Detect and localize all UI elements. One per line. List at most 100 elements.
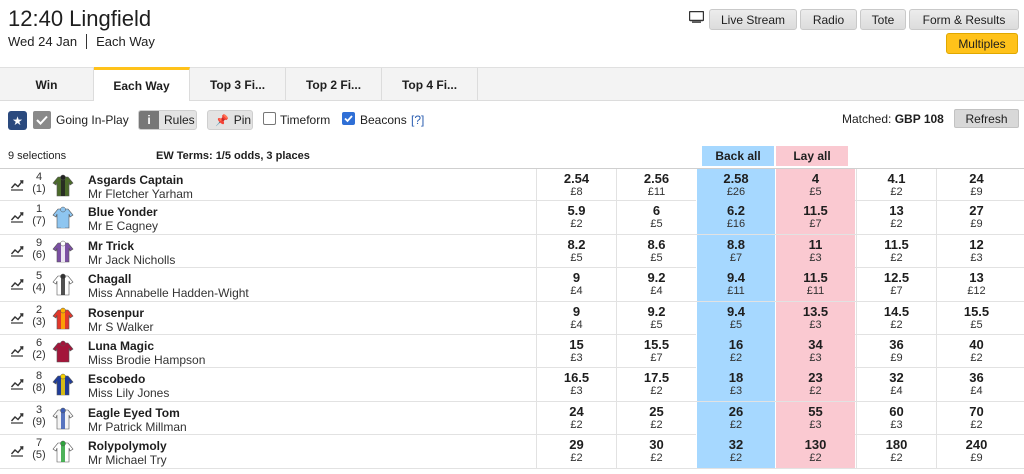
back-price-3[interactable]: 2.54 £8: [536, 169, 616, 202]
odds: 130: [804, 437, 827, 453]
form-chart-icon[interactable]: [10, 245, 24, 257]
table-row: 7 (5) Rolypolymoly Mr Michael Try 29 £2 30…: [0, 435, 1024, 469]
lay-price-1[interactable]: 34 £3: [775, 334, 855, 368]
back-price-1[interactable]: 18 £3: [696, 368, 775, 402]
lay-price-2[interactable]: 12.5 £7: [856, 268, 936, 302]
lay-price-2[interactable]: 32 £4: [856, 368, 936, 402]
horse-name[interactable]: Blue Yonder: [88, 205, 158, 219]
horse-name[interactable]: Asgards Captain: [88, 173, 183, 187]
form-results-button[interactable]: Form & Results: [909, 9, 1019, 30]
back-price-3[interactable]: 24 £2: [536, 401, 616, 435]
back-price-3[interactable]: 5.9 £2: [536, 201, 616, 235]
available-stake: £2: [650, 452, 663, 465]
back-price-1[interactable]: 9.4 £5: [696, 301, 775, 335]
lay-price-1[interactable]: 23 £2: [775, 368, 855, 402]
lay-price-3[interactable]: 24 £9: [936, 169, 1016, 202]
back-price-1[interactable]: 32 £2: [696, 435, 775, 469]
form-chart-icon[interactable]: [10, 211, 24, 223]
back-price-3[interactable]: 16.5 £3: [536, 368, 616, 402]
tab-top-3-finish[interactable]: Top 3 Fi...: [190, 68, 286, 101]
lay-price-2[interactable]: 4.1 £2: [856, 169, 936, 202]
back-price-2[interactable]: 25 £2: [616, 401, 696, 435]
form-chart-icon[interactable]: [10, 345, 24, 357]
back-price-1[interactable]: 2.58 £26: [696, 169, 775, 202]
lay-price-2[interactable]: 60 £3: [856, 401, 936, 435]
lay-price-3[interactable]: 40 £2: [936, 334, 1016, 368]
back-all-button[interactable]: Back all: [702, 146, 774, 166]
favourite-star-icon[interactable]: ★: [8, 111, 27, 130]
jockey-name: Miss Annabelle Hadden-Wight: [88, 286, 249, 301]
tab-win[interactable]: Win: [0, 68, 94, 101]
horse-name[interactable]: Eagle Eyed Tom: [88, 406, 180, 420]
beacons-help-link[interactable]: [?]: [411, 110, 424, 130]
horse-name[interactable]: Rolypolymoly: [88, 439, 167, 453]
lay-price-1[interactable]: 4 £5: [775, 169, 855, 202]
form-chart-icon[interactable]: [10, 312, 24, 324]
tab-each-way[interactable]: Each Way: [94, 67, 190, 101]
timeform-checkbox[interactable]: [263, 112, 276, 125]
lay-price-1[interactable]: 13.5 £3: [775, 301, 855, 335]
available-stake: £2: [970, 418, 983, 431]
lay-price-1[interactable]: 11.5 £11: [775, 268, 855, 302]
lay-price-2[interactable]: 36 £9: [856, 334, 936, 368]
tv-icon[interactable]: [689, 11, 704, 23]
form-chart-icon[interactable]: [10, 412, 24, 424]
lay-price-2[interactable]: 11.5 £2: [856, 234, 936, 268]
refresh-button[interactable]: Refresh: [954, 109, 1019, 128]
lay-price-1[interactable]: 11.5 £7: [775, 201, 855, 235]
back-price-2[interactable]: 17.5 £2: [616, 368, 696, 402]
horse-name[interactable]: Chagall: [88, 272, 131, 286]
back-price-3[interactable]: 9 £4: [536, 301, 616, 335]
lay-price-2[interactable]: 14.5 £2: [856, 301, 936, 335]
horse-name[interactable]: Escobedo: [88, 372, 145, 386]
lay-price-1[interactable]: 55 £3: [775, 401, 855, 435]
back-price-1[interactable]: 8.8 £7: [696, 234, 775, 268]
lay-price-3[interactable]: 36 £4: [936, 368, 1016, 402]
tab-top-4-finish[interactable]: Top 4 Fi...: [382, 68, 478, 101]
tote-button[interactable]: Tote: [860, 9, 906, 30]
rules-button[interactable]: i Rules: [138, 110, 197, 130]
radio-button[interactable]: Radio: [800, 9, 857, 30]
back-price-3[interactable]: 9 £4: [536, 268, 616, 302]
back-price-2[interactable]: 15.5 £7: [616, 334, 696, 368]
horse-name[interactable]: Luna Magic: [88, 339, 154, 353]
back-price-2[interactable]: 30 £2: [616, 435, 696, 469]
runner-number: 1 (7): [32, 203, 46, 228]
back-price-1[interactable]: 26 £2: [696, 401, 775, 435]
lay-price-3[interactable]: 12 £3: [936, 234, 1016, 268]
tab-top-2-finish[interactable]: Top 2 Fi...: [286, 68, 382, 101]
horse-name[interactable]: Rosenpur: [88, 306, 144, 320]
lay-price-3[interactable]: 15.5 £5: [936, 301, 1016, 335]
multiples-button[interactable]: Multiples: [946, 33, 1018, 54]
form-chart-icon[interactable]: [10, 445, 24, 457]
back-price-3[interactable]: 8.2 £5: [536, 234, 616, 268]
rules-label: Rules: [164, 113, 195, 127]
form-chart-icon[interactable]: [10, 179, 24, 191]
lay-price-2[interactable]: 13 £2: [856, 201, 936, 235]
lay-price-2[interactable]: 180 £2: [856, 435, 936, 469]
going-in-play-checkbox[interactable]: [33, 111, 51, 129]
horse-name[interactable]: Mr Trick: [88, 239, 134, 253]
pin-button[interactable]: 📌 Pin: [207, 110, 253, 130]
lay-price-1[interactable]: 130 £2: [775, 435, 855, 469]
lay-all-button[interactable]: Lay all: [776, 146, 848, 166]
back-price-3[interactable]: 29 £2: [536, 435, 616, 469]
lay-price-3[interactable]: 13 £12: [936, 268, 1016, 302]
form-chart-icon[interactable]: [10, 378, 24, 390]
beacons-checkbox[interactable]: [342, 112, 355, 125]
back-price-1[interactable]: 9.4 £11: [696, 268, 775, 302]
lay-price-3[interactable]: 70 £2: [936, 401, 1016, 435]
lay-price-1[interactable]: 11 £3: [775, 234, 855, 268]
back-price-2[interactable]: 9.2 £5: [616, 301, 696, 335]
back-price-2[interactable]: 8.6 £5: [616, 234, 696, 268]
back-price-2[interactable]: 9.2 £4: [616, 268, 696, 302]
lay-price-3[interactable]: 240 £9: [936, 435, 1016, 469]
form-chart-icon[interactable]: [10, 278, 24, 290]
back-price-1[interactable]: 16 £2: [696, 334, 775, 368]
back-price-1[interactable]: 6.2 £16: [696, 201, 775, 235]
back-price-2[interactable]: 2.56 £11: [616, 169, 696, 202]
back-price-2[interactable]: 6 £5: [616, 201, 696, 235]
back-price-3[interactable]: 15 £3: [536, 334, 616, 368]
lay-price-3[interactable]: 27 £9: [936, 201, 1016, 235]
live-stream-button[interactable]: Live Stream: [709, 9, 797, 30]
